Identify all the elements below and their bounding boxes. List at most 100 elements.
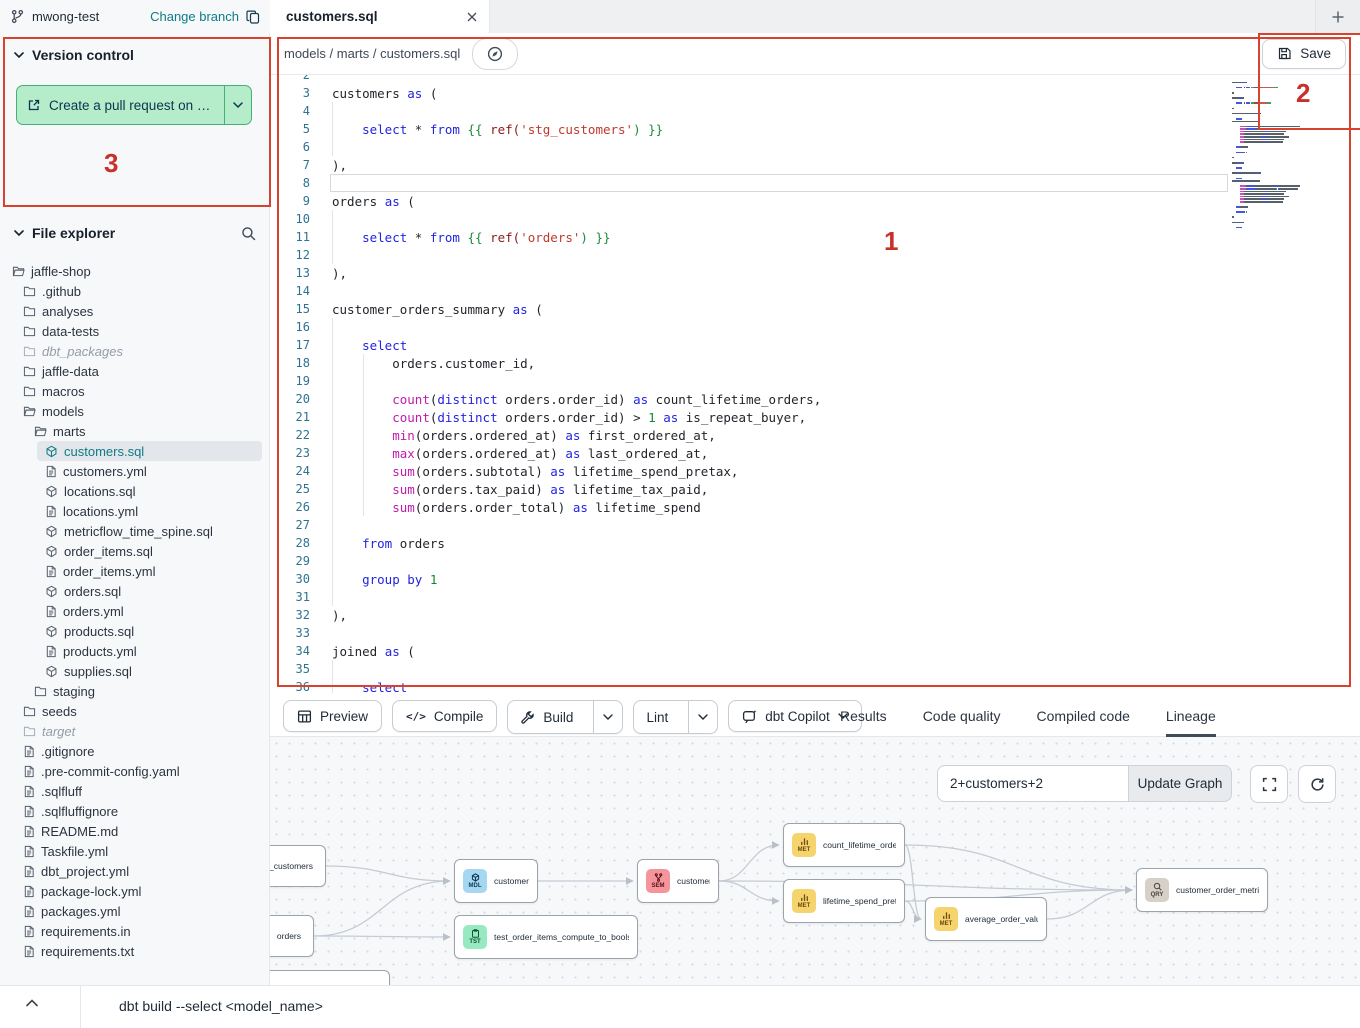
code-line[interactable]: 35 (270, 660, 1360, 678)
close-tab-icon[interactable] (467, 12, 477, 22)
code-editor[interactable]: 23customers as (45 select * from {{ ref(… (270, 75, 1360, 695)
tree-item-package-lock-yml[interactable]: package-lock.yml (0, 881, 270, 901)
tree-item-orders-sql[interactable]: orders.sql (0, 581, 270, 601)
tree-item-products-yml[interactable]: products.yml (0, 641, 270, 661)
tree-item--gitignore[interactable]: .gitignore (0, 741, 270, 761)
lineage-node-stg_customers[interactable]: stg_customers (270, 845, 326, 887)
tree-item-jaffle-data[interactable]: jaffle-data (0, 361, 270, 381)
tree-item-target[interactable]: target (0, 721, 270, 741)
tree-item-locations-yml[interactable]: locations.yml (0, 501, 270, 521)
tree-item-models[interactable]: models (0, 401, 270, 421)
code-line[interactable]: 6 (270, 138, 1360, 156)
compile-button[interactable]: </> Compile (392, 700, 497, 732)
tree-item-macros[interactable]: macros (0, 381, 270, 401)
code-line[interactable]: 24 sum(orders.subtotal) as lifetime_spen… (270, 462, 1360, 480)
tab-results[interactable]: Results (840, 695, 887, 737)
code-line[interactable]: 15customer_orders_summary as ( (270, 300, 1360, 318)
tab-compiled-code[interactable]: Compiled code (1037, 695, 1130, 737)
code-line[interactable]: 8 (270, 174, 1360, 192)
tab-customers-sql[interactable]: customers.sql (270, 0, 490, 33)
file-explorer-header[interactable]: File explorer (0, 225, 270, 241)
create-pr-button[interactable]: Create a pull request on Git… (16, 85, 252, 125)
lineage-node-average_order_value[interactable]: METaverage_order_value (925, 897, 1047, 941)
code-line[interactable]: 32), (270, 606, 1360, 624)
lineage-node-customers_sem[interactable]: SEMcustomers (637, 859, 719, 903)
code-line[interactable]: 16 (270, 318, 1360, 336)
code-line[interactable]: 27 (270, 516, 1360, 534)
code-line[interactable]: 3customers as ( (270, 84, 1360, 102)
code-line[interactable]: 23 max(orders.ordered_at) as last_ordere… (270, 444, 1360, 462)
tree-item-order-items-sql[interactable]: order_items.sql (0, 541, 270, 561)
tree-item--sqlfluff[interactable]: .sqlfluff (0, 781, 270, 801)
code-line[interactable]: 7), (270, 156, 1360, 174)
lint-button[interactable]: Lint (634, 701, 680, 733)
tree-item-customers-yml[interactable]: customers.yml (0, 461, 270, 481)
change-branch-link[interactable]: Change branch (150, 9, 239, 24)
build-dropdown[interactable] (593, 701, 622, 733)
update-graph-button[interactable]: Update Graph (1128, 765, 1232, 802)
code-line[interactable]: 34joined as ( (270, 642, 1360, 660)
code-line[interactable]: 5 select * from {{ ref('stg_customers') … (270, 120, 1360, 138)
code-line[interactable]: 18 orders.customer_id, (270, 354, 1360, 372)
build-button[interactable]: Build (508, 701, 585, 733)
lineage-node-orders[interactable]: orders (270, 915, 314, 957)
tree-item-data-tests[interactable]: data-tests (0, 321, 270, 341)
tree-item-staging[interactable]: staging (0, 681, 270, 701)
fullscreen-button[interactable] (1250, 765, 1288, 803)
chevron-up-icon[interactable] (26, 999, 38, 1007)
tree-item-order-items-yml[interactable]: order_items.yml (0, 561, 270, 581)
code-line[interactable]: 17 select (270, 336, 1360, 354)
lineage-panel[interactable]: stg_customersordersMDLcustomersTSTtest_o… (270, 737, 1360, 985)
lineage-node-count_lifetime_orders[interactable]: METcount_lifetime_orders (783, 823, 905, 867)
tree-item-taskfile-yml[interactable]: Taskfile.yml (0, 841, 270, 861)
code-line[interactable]: 26 sum(orders.order_total) as lifetime_s… (270, 498, 1360, 516)
version-control-header[interactable]: Version control (0, 47, 270, 63)
lineage-node-lifetime_spend_pretax[interactable]: METlifetime_spend_pretax (783, 879, 905, 923)
create-pr-dropdown[interactable] (224, 86, 251, 124)
lineage-node-test_bools[interactable]: TSTtest_order_items_compute_to_bools… (454, 915, 638, 959)
refresh-button[interactable] (1298, 765, 1336, 803)
tree-item-requirements-in[interactable]: requirements.in (0, 921, 270, 941)
new-tab-button[interactable] (1315, 0, 1360, 33)
code-line[interactable]: 33 (270, 624, 1360, 642)
code-line[interactable]: 12 (270, 246, 1360, 264)
tree-item--sqlfluffignore[interactable]: .sqlfluffignore (0, 801, 270, 821)
tree-item-metricflow-time-spine-sql[interactable]: metricflow_time_spine.sql (0, 521, 270, 541)
code-line[interactable]: 31 (270, 588, 1360, 606)
tree-item-packages-yml[interactable]: packages.yml (0, 901, 270, 921)
code-line[interactable]: 2 (270, 75, 1360, 84)
code-line[interactable]: 4 (270, 102, 1360, 120)
code-line[interactable]: 10 (270, 210, 1360, 228)
tree-item-dbt-packages[interactable]: dbt_packages (0, 341, 270, 361)
preview-button[interactable]: Preview (283, 700, 382, 732)
tree-item-locations-sql[interactable]: locations.sql (0, 481, 270, 501)
code-line[interactable]: 13), (270, 264, 1360, 282)
tree-item-products-sql[interactable]: products.sql (0, 621, 270, 641)
minimap[interactable] (1232, 79, 1320, 229)
tree-item-requirements-txt[interactable]: requirements.txt (0, 941, 270, 961)
code-line[interactable]: 22 min(orders.ordered_at) as first_order… (270, 426, 1360, 444)
create-pr-main[interactable]: Create a pull request on Git… (17, 86, 224, 124)
copy-icon[interactable] (246, 10, 260, 24)
tree-item-seeds[interactable]: seeds (0, 701, 270, 721)
tree-item-analyses[interactable]: analyses (0, 301, 270, 321)
tree-item--pre-commit-config-yaml[interactable]: .pre-commit-config.yaml (0, 761, 270, 781)
code-line[interactable]: 29 (270, 552, 1360, 570)
code-line[interactable]: 20 count(distinct orders.order_id) as co… (270, 390, 1360, 408)
tab-lineage[interactable]: Lineage (1166, 695, 1216, 737)
save-button[interactable]: Save (1262, 39, 1346, 69)
lineage-node-partial[interactable] (270, 970, 390, 985)
tree-item-marts[interactable]: marts (0, 421, 270, 441)
code-line[interactable]: 9orders as ( (270, 192, 1360, 210)
copilot-compass-button[interactable] (472, 38, 518, 70)
search-icon[interactable] (241, 226, 256, 241)
code-line[interactable]: 11 select * from {{ ref('orders') }} (270, 228, 1360, 246)
code-line[interactable]: 36 select (270, 678, 1360, 695)
tree-item--github[interactable]: .github (0, 281, 270, 301)
lineage-filter-input[interactable] (937, 765, 1128, 802)
code-line[interactable]: 14 (270, 282, 1360, 300)
code-line[interactable]: 25 sum(orders.tax_paid) as lifetime_tax_… (270, 480, 1360, 498)
code-line[interactable]: 19 (270, 372, 1360, 390)
lint-dropdown[interactable] (688, 701, 717, 733)
cli-command[interactable]: dbt build --select <model_name> (119, 998, 323, 1014)
